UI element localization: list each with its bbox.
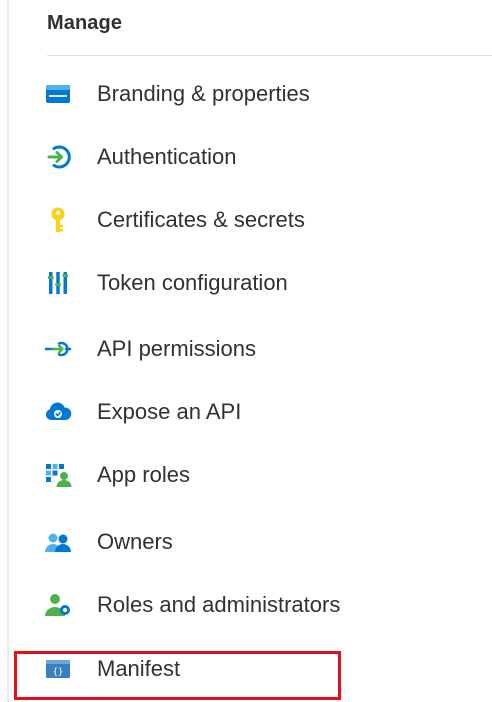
nav-item-authentication[interactable]: Authentication — [36, 129, 476, 185]
owners-icon — [44, 528, 72, 556]
roles-admin-icon — [44, 591, 72, 619]
nav-item-label: Authentication — [97, 144, 237, 169]
nav-item-roles-administrators[interactable]: Roles and administrators — [36, 577, 476, 633]
nav-item-label: Branding & properties — [97, 81, 310, 106]
cloud-icon — [44, 398, 72, 426]
token-configuration-icon — [44, 269, 72, 297]
nav-item-label: API permissions — [97, 336, 256, 361]
nav-item-expose-an-api[interactable]: Expose an API — [36, 384, 476, 440]
app-roles-icon — [44, 461, 72, 489]
api-permissions-icon — [44, 335, 72, 363]
svg-text:{}: {} — [53, 668, 64, 678]
branding-icon — [44, 80, 72, 108]
nav-item-app-roles[interactable]: App roles — [36, 447, 476, 503]
nav-item-label: Roles and administrators — [97, 592, 341, 617]
manifest-icon: {} — [44, 655, 72, 683]
nav-item-label: Expose an API — [97, 399, 242, 424]
panel-left-border — [7, 0, 9, 702]
nav-item-owners[interactable]: Owners — [36, 514, 476, 570]
nav-item-label: Certificates & secrets — [97, 207, 305, 232]
nav-item-label: App roles — [97, 462, 190, 487]
nav-item-label: Token configuration — [97, 270, 288, 295]
nav-item-manifest[interactable]: {} Manifest — [36, 641, 476, 697]
nav-item-label: Owners — [97, 529, 173, 554]
key-icon — [44, 206, 72, 234]
nav-item-token-configuration[interactable]: Token configuration — [36, 255, 476, 311]
header-divider — [47, 55, 492, 56]
authentication-icon — [44, 143, 72, 171]
nav-item-branding-properties[interactable]: Branding & properties — [36, 66, 476, 122]
nav-item-certificates-secrets[interactable]: Certificates & secrets — [36, 192, 476, 248]
nav-item-api-permissions[interactable]: API permissions — [36, 321, 476, 377]
section-header-manage: Manage — [47, 12, 123, 34]
nav-item-label: Manifest — [97, 656, 181, 681]
